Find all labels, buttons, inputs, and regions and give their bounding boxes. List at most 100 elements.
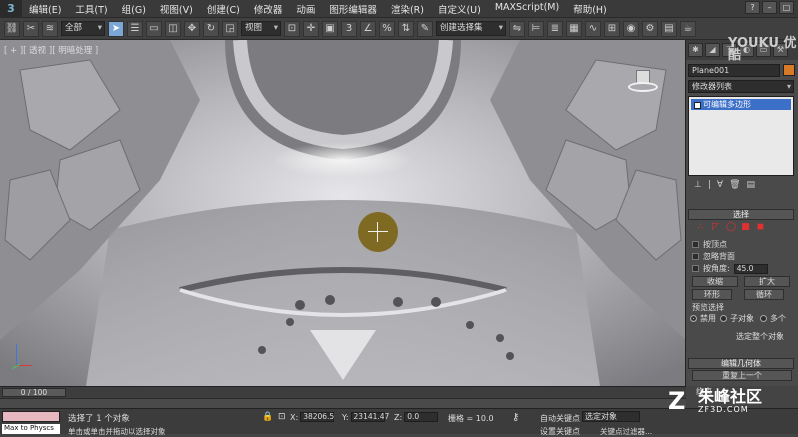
polygon-icon[interactable]: ■	[741, 223, 750, 232]
show-end-result-icon[interactable]: |	[708, 180, 711, 194]
align-icon[interactable]: ⊨	[528, 20, 544, 37]
menu-item[interactable]: 工具(T)	[68, 2, 114, 16]
bind-space-warp-icon[interactable]: ≋	[42, 20, 58, 37]
preview-subobject-radio[interactable]: 子对象	[720, 313, 754, 324]
set-key-button[interactable]: 设置关键点	[540, 426, 580, 437]
ring-button[interactable]: 环形	[692, 289, 732, 300]
preview-off-radio[interactable]: 禁用	[690, 313, 716, 324]
auto-key-button[interactable]: 自动关键点	[540, 413, 580, 424]
edge-icon[interactable]: ◸	[711, 223, 720, 232]
keyboard-shortcut-icon[interactable]: ▣	[322, 20, 338, 37]
object-name-field[interactable]: Plane001	[688, 64, 780, 77]
render-setup-icon[interactable]: ⚙	[642, 20, 658, 37]
maxscript-mini-listener[interactable]: Max to Physcs	[2, 424, 60, 434]
window-controls: ? – □	[745, 1, 794, 14]
mirror-icon[interactable]: ⇋	[509, 20, 525, 37]
selection-rollout-header[interactable]: 选择	[688, 209, 794, 220]
shrink-button[interactable]: 收缩	[692, 276, 738, 287]
maximize-icon[interactable]: □	[779, 1, 794, 14]
layer-manager-icon[interactable]: ≣	[547, 20, 563, 37]
configure-sets-icon[interactable]: ▤	[747, 180, 756, 194]
spinner-snap-icon[interactable]: ⇅	[398, 20, 414, 37]
menu-item[interactable]: 修改器	[247, 2, 290, 16]
select-manipulate-icon[interactable]: ✛	[303, 20, 319, 37]
selection-filter-select[interactable]: 全部	[61, 21, 105, 36]
select-object-icon[interactable]: ➤	[108, 20, 124, 37]
repeat-last-button[interactable]: 重复上一个	[692, 370, 792, 381]
app-logo[interactable]: 3	[0, 0, 22, 18]
angle-spinner[interactable]: 45.0	[733, 263, 768, 274]
render-icon[interactable]: ☕	[680, 20, 696, 37]
menu-item[interactable]: 渲染(R)	[384, 2, 431, 16]
angle-snap-icon[interactable]: ∠	[360, 20, 376, 37]
snap-toggle-icon[interactable]: 3	[341, 20, 357, 37]
percent-snap-icon[interactable]: %	[379, 20, 395, 37]
pin-stack-icon[interactable]: ⊥	[694, 180, 702, 194]
modifier-stack[interactable]: 可编辑多边形	[688, 96, 794, 176]
render-frame-icon[interactable]: ▤	[661, 20, 677, 37]
rect-region-icon[interactable]: ▭	[146, 20, 162, 37]
viewcube-icon[interactable]	[628, 68, 658, 98]
stack-item-editable-poly[interactable]: 可编辑多边形	[691, 99, 791, 110]
stack-tools: ⊥ | ∀ 🗑 ▤	[688, 180, 794, 194]
menu-item[interactable]: 自定义(U)	[431, 2, 488, 16]
modify-tab-icon[interactable]: ◢	[705, 43, 720, 57]
object-color-swatch[interactable]	[783, 64, 795, 76]
rotate-icon[interactable]: ↻	[203, 20, 219, 37]
select-by-name-icon[interactable]: ☰	[127, 20, 143, 37]
graphite-toggle-icon[interactable]: ▦	[566, 20, 582, 37]
key-set-select[interactable]: 选定对象	[582, 411, 640, 422]
absolute-mode-icon[interactable]: ⊡	[278, 412, 286, 422]
named-selection-select[interactable]: 创建选择集	[436, 21, 506, 36]
by-vertex-checkbox[interactable]: 按顶点	[692, 239, 727, 250]
grow-button[interactable]: 扩大	[744, 276, 790, 287]
zf3d-watermark: Z 朱峰社区 ZF3D.COM	[668, 388, 762, 414]
curve-editor-icon[interactable]: ∿	[585, 20, 601, 37]
z-field[interactable]: 0.0	[404, 412, 439, 422]
ignore-backfacing-checkbox[interactable]: 忽略背面	[692, 251, 735, 262]
viewport-perspective[interactable]	[0, 40, 686, 386]
ref-coord-select[interactable]: 视图	[241, 21, 281, 36]
help-icon[interactable]: ?	[745, 1, 760, 14]
move-icon[interactable]: ✥	[184, 20, 200, 37]
viewport-label[interactable]: [ + ][ 透视 ][ 明暗处理 ]	[4, 44, 98, 56]
unlink-icon[interactable]: ✂	[23, 20, 39, 37]
key-filters-button[interactable]: 关键点过滤器...	[600, 426, 652, 437]
modifier-list-select[interactable]: 修改器列表	[688, 80, 794, 93]
material-editor-icon[interactable]: ◉	[623, 20, 639, 37]
lock-selection-icon[interactable]: 🔒	[262, 412, 273, 422]
border-icon[interactable]: ◯	[726, 223, 736, 232]
y-field[interactable]: 23141.47	[350, 412, 389, 422]
element-icon[interactable]: ◼	[756, 223, 765, 232]
edit-geometry-rollout-header[interactable]: 编辑几何体	[688, 358, 794, 369]
menu-item[interactable]: 组(G)	[115, 2, 153, 16]
x-field[interactable]: 38206.5	[300, 412, 334, 422]
time-slider[interactable]: 0 / 100	[0, 386, 686, 398]
schematic-view-icon[interactable]: ⊞	[604, 20, 620, 37]
window-crossing-icon[interactable]: ◫	[165, 20, 181, 37]
time-slider-thumb[interactable]: 0 / 100	[2, 388, 66, 397]
menu-item[interactable]: 帮助(H)	[566, 2, 614, 16]
by-angle-checkbox[interactable]: 按角度: 45.0	[692, 263, 768, 274]
track-bar[interactable]	[0, 398, 686, 408]
edit-named-sel-icon[interactable]: ✎	[417, 20, 433, 37]
mini-listener[interactable]	[2, 411, 60, 422]
preview-multi-radio[interactable]: 多个	[760, 313, 786, 324]
menu-item[interactable]: 动画	[289, 2, 322, 16]
make-unique-icon[interactable]: ∀	[717, 180, 723, 194]
menu-item[interactable]: 视图(V)	[153, 2, 200, 16]
scale-icon[interactable]: ◲	[222, 20, 238, 37]
menu-item[interactable]: MAXScript(M)	[488, 2, 566, 16]
menu-item[interactable]: 图形编辑器	[322, 2, 384, 16]
link-icon[interactable]: ⛓	[4, 20, 20, 37]
menu-item[interactable]: 编辑(E)	[22, 2, 68, 16]
vertex-icon[interactable]: ∴	[696, 223, 705, 232]
key-icon[interactable]: ⚷	[512, 412, 519, 423]
minimize-icon[interactable]: –	[762, 1, 777, 14]
menu-item[interactable]: 创建(C)	[200, 2, 247, 16]
y-coordinate: Y: 23141.47	[342, 412, 390, 422]
remove-modifier-icon[interactable]: 🗑	[729, 180, 740, 194]
create-tab-icon[interactable]: ✱	[688, 43, 703, 57]
pivot-center-icon[interactable]: ⊡	[284, 20, 300, 37]
loop-button[interactable]: 循环	[744, 289, 784, 300]
